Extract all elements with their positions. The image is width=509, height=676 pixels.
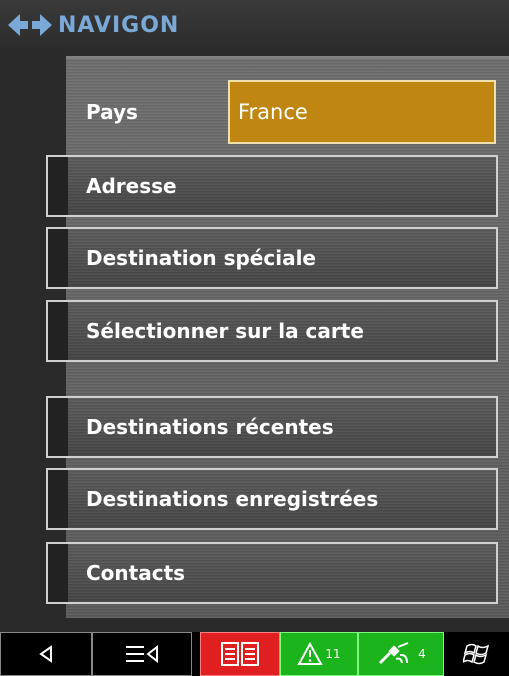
toolbar-spacer [192, 632, 200, 676]
back-button[interactable] [0, 632, 92, 676]
traffic-warning-button[interactable]: 11 [280, 632, 358, 676]
bottom-toolbar: 11 4 [0, 632, 509, 676]
header-bar: NAVIGON [0, 0, 509, 48]
satellite-count: 4 [418, 647, 426, 661]
menu-item-destinations-enregistrees[interactable]: Destinations enregistrées [46, 468, 498, 530]
gps-status-button[interactable]: 4 [358, 632, 444, 676]
menu-item-contacts[interactable]: Contacts [46, 542, 498, 604]
warning-icon [297, 642, 324, 665]
book-icon [221, 642, 259, 666]
windows-start-button[interactable] [444, 632, 509, 676]
country-label: Pays [86, 100, 138, 124]
menu-button[interactable] [92, 632, 192, 676]
country-select[interactable]: France [228, 80, 496, 144]
panel-bottom-gap [0, 618, 509, 632]
warning-count: 11 [325, 647, 341, 661]
menu-item-destination-speciale[interactable]: Destination spéciale [46, 227, 498, 289]
back-arrow-icon [39, 645, 52, 663]
brand-logo: NAVIGON [8, 12, 179, 38]
brand-name: NAVIGON [58, 12, 180, 38]
windows-flag-icon [462, 643, 489, 665]
menu-item-destinations-recentes[interactable]: Destinations récentes [46, 396, 498, 458]
menu-item-selectionner-carte[interactable]: Sélectionner sur la carte [46, 300, 498, 362]
list-menu-icon [126, 644, 158, 664]
satellite-icon [379, 642, 409, 665]
book-button[interactable] [200, 632, 280, 676]
navigon-arrows-icon [8, 14, 52, 36]
menu-item-adresse[interactable]: Adresse [46, 155, 498, 217]
